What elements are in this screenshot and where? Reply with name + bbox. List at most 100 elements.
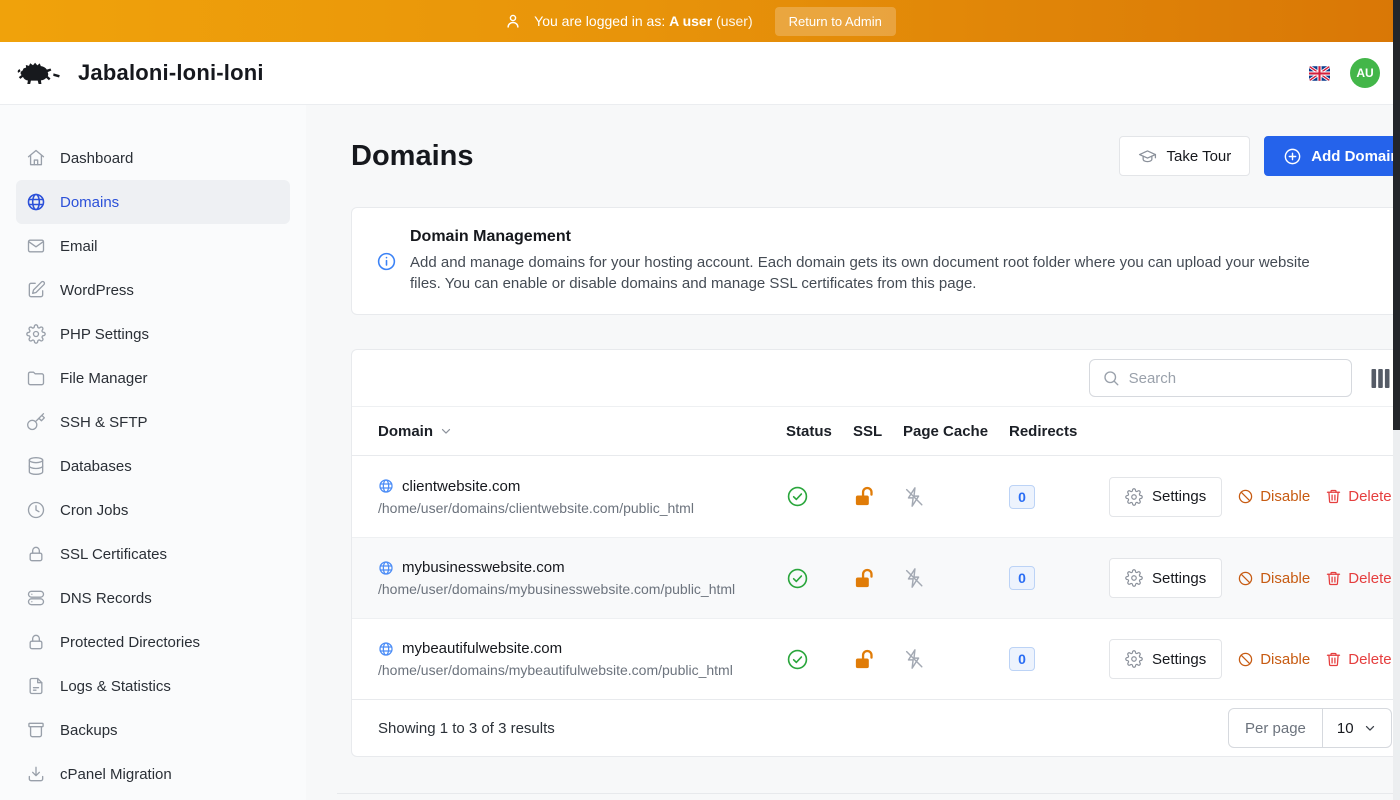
status-enabled-icon bbox=[786, 485, 853, 508]
delete-button[interactable]: Delete bbox=[1325, 570, 1391, 587]
domains-table-card: Domain Status SSL Page Cache Redirects c… bbox=[351, 349, 1400, 757]
gear-icon bbox=[1125, 488, 1143, 506]
sidebar-item-label: Dashboard bbox=[60, 150, 133, 167]
document-icon bbox=[26, 676, 46, 696]
archive-icon bbox=[26, 720, 46, 740]
globe-icon bbox=[378, 641, 394, 657]
table-header-row: Domain Status SSL Page Cache Redirects bbox=[352, 406, 1400, 456]
ssl-unlocked-icon[interactable] bbox=[853, 648, 903, 671]
globe-icon bbox=[26, 192, 46, 212]
page-cache-off-icon[interactable] bbox=[903, 567, 1009, 589]
disable-button[interactable]: Disable bbox=[1237, 570, 1310, 587]
sidebar-item-cpanel-migration[interactable]: cPanel Migration bbox=[16, 752, 290, 796]
search-box bbox=[1089, 359, 1352, 397]
delete-button[interactable]: Delete bbox=[1325, 488, 1391, 505]
top-header: Jabaloni-loni-loni AU bbox=[0, 42, 1400, 105]
sidebar-item-ssh-sftp[interactable]: SSH & SFTP bbox=[16, 400, 290, 444]
column-header-page-cache: Page Cache bbox=[903, 423, 1009, 440]
lock-icon bbox=[26, 544, 46, 564]
sidebar-item-label: Databases bbox=[60, 458, 132, 475]
sidebar-item-ssl-certificates[interactable]: SSL Certificates bbox=[16, 532, 290, 576]
ssl-unlocked-icon[interactable] bbox=[853, 485, 903, 508]
trash-icon bbox=[1325, 488, 1342, 505]
sidebar-item-php-settings[interactable]: PHP Settings bbox=[16, 312, 290, 356]
impersonated-user-role: (user) bbox=[716, 13, 753, 29]
chevron-down-icon bbox=[439, 424, 453, 438]
sidebar-item-logs-statistics[interactable]: Logs & Statistics bbox=[16, 664, 290, 708]
delete-button[interactable]: Delete bbox=[1325, 651, 1391, 668]
page-cache-off-icon[interactable] bbox=[903, 486, 1009, 508]
impersonated-user-name: A user bbox=[669, 13, 712, 29]
sidebar-item-dns-records[interactable]: DNS Records bbox=[16, 576, 290, 620]
disable-button[interactable]: Disable bbox=[1237, 651, 1310, 668]
sidebar-item-email[interactable]: Email bbox=[16, 224, 290, 268]
search-icon bbox=[1102, 369, 1120, 387]
sidebar-item-label: Protected Directories bbox=[60, 634, 200, 651]
sidebar-item-label: SSH & SFTP bbox=[60, 414, 148, 431]
info-icon bbox=[376, 251, 397, 272]
page-cache-off-icon[interactable] bbox=[903, 648, 1009, 670]
settings-button[interactable]: Settings bbox=[1109, 639, 1222, 679]
status-enabled-icon bbox=[786, 567, 853, 590]
ssl-unlocked-icon[interactable] bbox=[853, 567, 903, 590]
brand: Jabaloni-loni-loni bbox=[16, 54, 264, 92]
globe-icon bbox=[378, 560, 394, 576]
avatar[interactable]: AU bbox=[1350, 58, 1380, 88]
domain-path: /home/user/domains/mybeautifulwebsite.co… bbox=[378, 662, 786, 678]
sidebar-item-databases[interactable]: Databases bbox=[16, 444, 290, 488]
sidebar-item-file-manager[interactable]: File Manager bbox=[16, 356, 290, 400]
sidebar-item-label: PHP Settings bbox=[60, 326, 149, 343]
home-icon bbox=[26, 148, 46, 168]
results-summary: Showing 1 to 3 of 3 results bbox=[378, 720, 555, 737]
chevron-down-icon bbox=[1363, 721, 1377, 735]
redirects-count-badge[interactable]: 0 bbox=[1009, 647, 1035, 671]
domain-path: /home/user/domains/clientwebsite.com/pub… bbox=[378, 500, 786, 516]
lock-icon bbox=[26, 632, 46, 652]
take-tour-button[interactable]: Take Tour bbox=[1119, 136, 1250, 176]
domain-name[interactable]: mybeautifulwebsite.com bbox=[402, 640, 562, 657]
search-input[interactable] bbox=[1129, 370, 1339, 387]
per-page-select[interactable]: Per page 10 bbox=[1228, 708, 1392, 748]
page-scrollbar[interactable] bbox=[1393, 0, 1400, 800]
settings-button[interactable]: Settings bbox=[1109, 477, 1222, 517]
sidebar-item-cron-jobs[interactable]: Cron Jobs bbox=[16, 488, 290, 532]
scrollbar-thumb[interactable] bbox=[1393, 0, 1400, 430]
column-header-domain[interactable]: Domain bbox=[378, 423, 786, 440]
uk-flag-icon[interactable] bbox=[1309, 66, 1330, 81]
per-page-label: Per page bbox=[1229, 709, 1323, 747]
impersonation-banner: You are logged in as: A user (user) Retu… bbox=[0, 0, 1400, 42]
table-row: clientwebsite.com /home/user/domains/cli… bbox=[352, 456, 1400, 537]
user-icon bbox=[504, 12, 522, 30]
sidebar-item-label: File Manager bbox=[60, 370, 148, 387]
sidebar-item-label: Email bbox=[60, 238, 98, 255]
main-content: Domains Take Tour Add Domain Domain Mana… bbox=[306, 105, 1400, 800]
return-to-admin-button[interactable]: Return to Admin bbox=[775, 7, 896, 36]
sidebar-item-label: Backups bbox=[60, 722, 118, 739]
sidebar-item-dashboard[interactable]: Dashboard bbox=[16, 136, 290, 180]
sidebar-item-domains[interactable]: Domains bbox=[16, 180, 290, 224]
gear-icon bbox=[1125, 650, 1143, 668]
sidebar-item-label: cPanel Migration bbox=[60, 766, 172, 783]
redirects-count-badge[interactable]: 0 bbox=[1009, 566, 1035, 590]
settings-button[interactable]: Settings bbox=[1109, 558, 1222, 598]
sidebar-item-protected-directories[interactable]: Protected Directories bbox=[16, 620, 290, 664]
columns-icon[interactable] bbox=[1369, 367, 1392, 390]
boar-logo-icon bbox=[16, 54, 66, 92]
download-icon bbox=[26, 764, 46, 784]
add-domain-button[interactable]: Add Domain bbox=[1264, 136, 1400, 176]
gear-icon bbox=[1125, 569, 1143, 587]
domain-name[interactable]: mybusinesswebsite.com bbox=[402, 559, 565, 576]
trash-icon bbox=[1325, 651, 1342, 668]
sidebar-item-wordpress[interactable]: WordPress bbox=[16, 268, 290, 312]
disable-button[interactable]: Disable bbox=[1237, 488, 1310, 505]
sidebar-item-label: Domains bbox=[60, 194, 119, 211]
domain-name[interactable]: clientwebsite.com bbox=[402, 478, 520, 495]
sidebar: Dashboard Domains Email WordPress PHP Se… bbox=[0, 105, 306, 800]
ban-icon bbox=[1237, 488, 1254, 505]
table-row: mybeautifulwebsite.com /home/user/domain… bbox=[352, 618, 1400, 699]
sidebar-item-backups[interactable]: Backups bbox=[16, 708, 290, 752]
impersonation-message: You are logged in as: A user (user) bbox=[534, 13, 752, 29]
database-icon bbox=[26, 456, 46, 476]
redirects-count-badge[interactable]: 0 bbox=[1009, 485, 1035, 509]
gear-icon bbox=[26, 324, 46, 344]
